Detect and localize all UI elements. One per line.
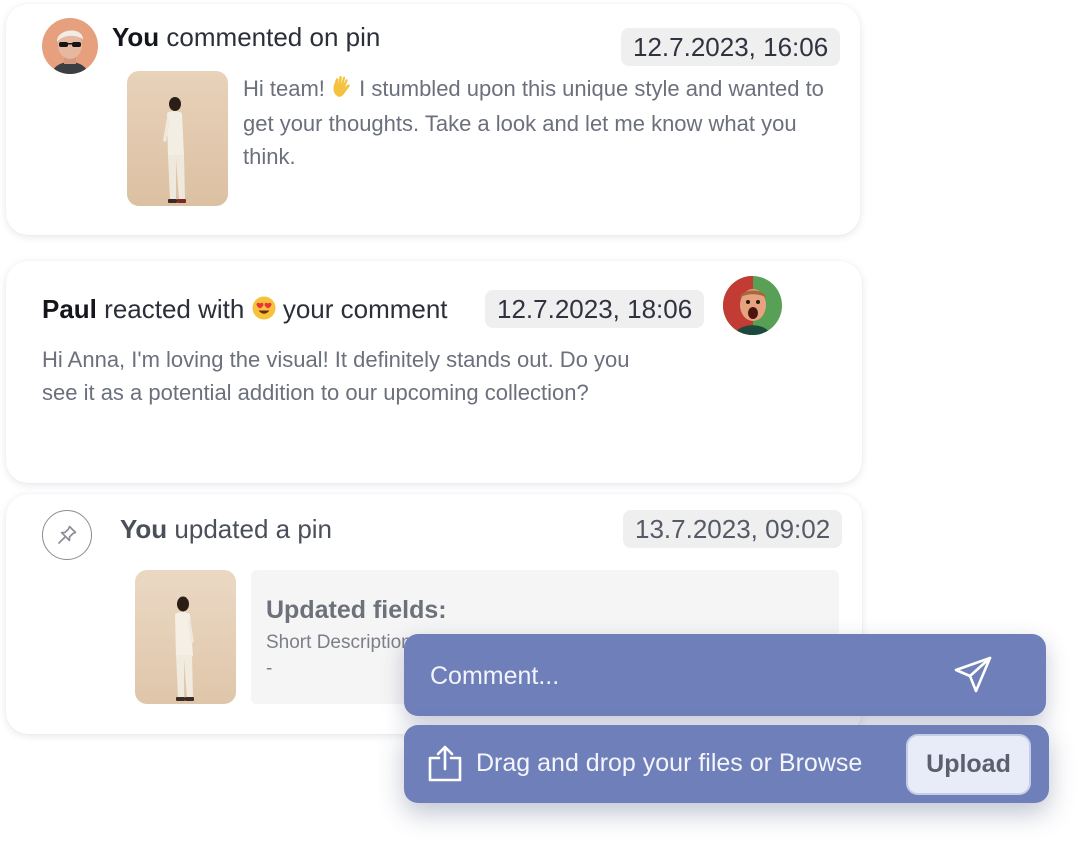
comment-composer xyxy=(404,634,1046,716)
waving-hand-icon xyxy=(331,74,353,107)
avatar-paul[interactable] xyxy=(723,276,782,335)
pin-icon xyxy=(58,525,77,544)
upload-button[interactable]: Upload xyxy=(906,734,1031,795)
timestamp: 13.7.2023, 09:02 xyxy=(623,510,843,548)
activity-headline: You commented on pin xyxy=(112,22,380,53)
activity-headline: Paul reacted with your comment xyxy=(42,294,448,327)
send-button[interactable] xyxy=(952,654,998,696)
actor-name: Paul xyxy=(42,294,97,324)
comment-input[interactable] xyxy=(428,656,932,696)
pin-thumbnail[interactable] xyxy=(135,570,236,704)
upload-icon xyxy=(426,745,464,788)
actor-name: You xyxy=(120,514,168,544)
reaction-comment-text: Hi Anna, I'm loving the visual! It defin… xyxy=(42,347,630,405)
send-icon xyxy=(954,656,992,693)
activity-card-reaction: Paul reacted with your comment 12.7.2023… xyxy=(6,261,862,483)
actor-name: You xyxy=(112,22,160,52)
upload-dropzone[interactable]: Drag and drop your files or Browse Uploa… xyxy=(404,725,1049,803)
avatar-you[interactable] xyxy=(42,18,98,74)
activity-card-comment: You commented on pin 12.7.2023, 16:06 Hi… xyxy=(6,4,860,235)
activity-headline: You updated a pin xyxy=(120,514,333,544)
updated-fields-title: Updated fields: xyxy=(266,596,447,624)
comment-text: Hi team! I stumbled upon this unique sty… xyxy=(243,74,824,169)
timestamp: 12.7.2023, 18:06 xyxy=(485,290,705,328)
activity-action: commented on pin xyxy=(166,22,381,52)
heart-eyes-emoji-icon xyxy=(252,296,276,327)
updated-field-value: - xyxy=(266,658,273,679)
pin-badge xyxy=(42,510,92,560)
pin-thumbnail[interactable] xyxy=(127,71,228,206)
updated-field-name: Short Description xyxy=(266,632,412,653)
timestamp: 12.7.2023, 16:06 xyxy=(621,28,841,66)
upload-prompt[interactable]: Drag and drop your files or Browse xyxy=(476,749,862,778)
